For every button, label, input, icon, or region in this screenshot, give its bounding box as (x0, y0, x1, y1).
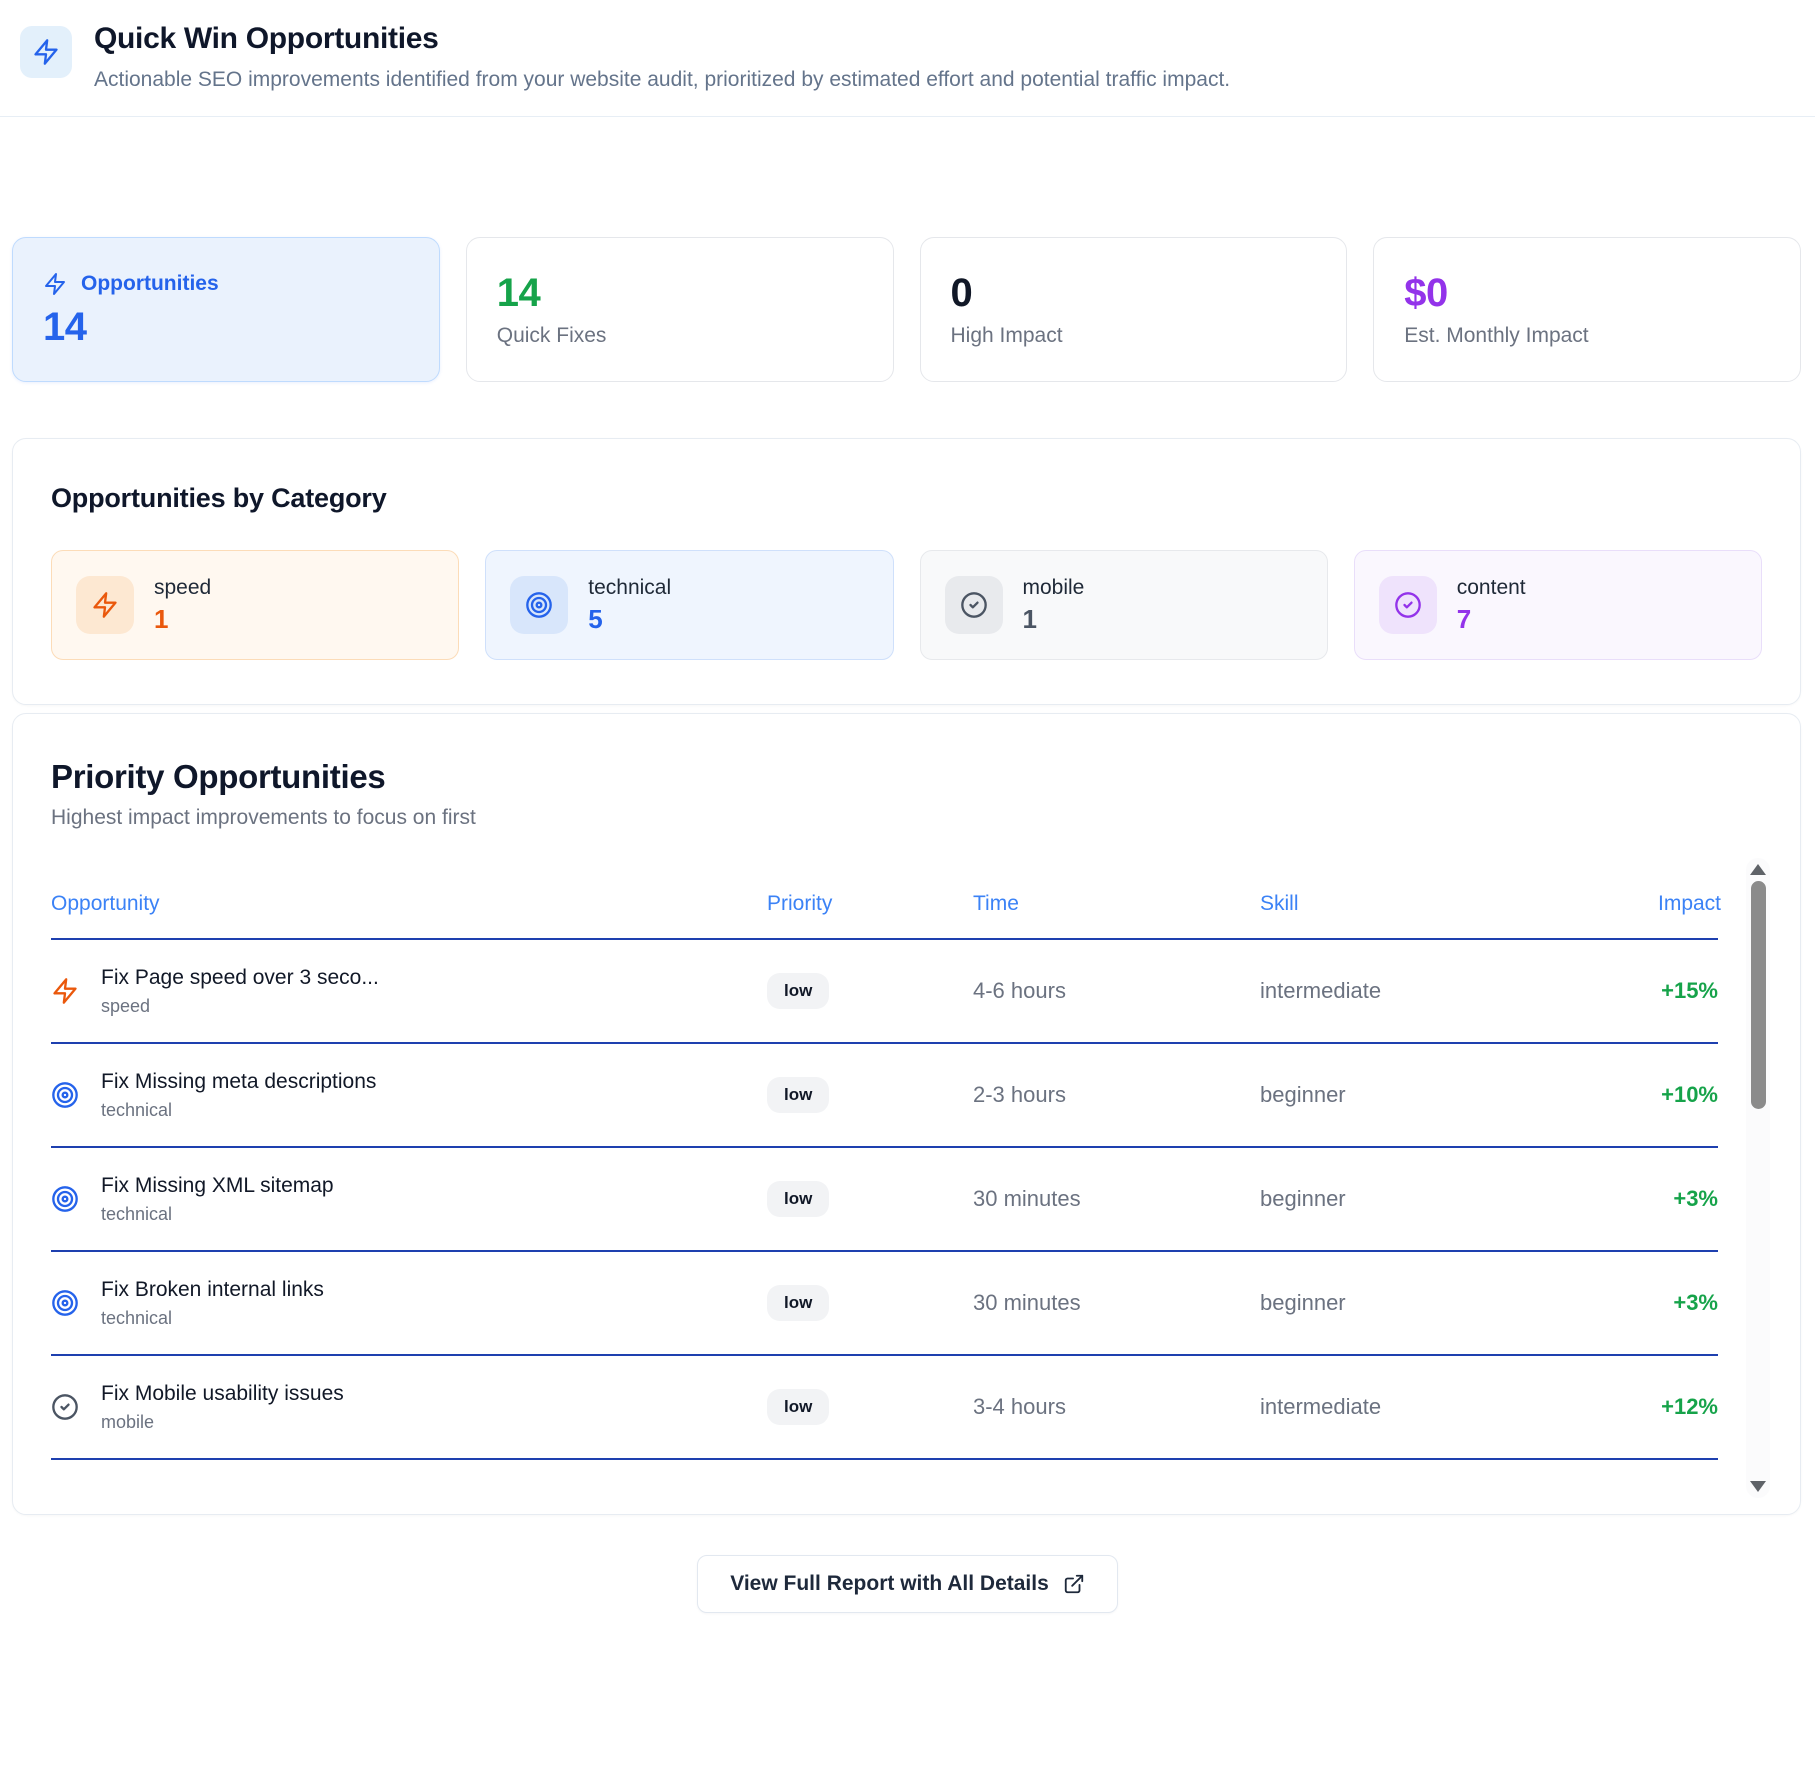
table-row[interactable]: Fix Missing XML sitemap technical low 30… (51, 1148, 1718, 1252)
priority-badge: low (767, 973, 829, 1009)
opportunity-category: technical (101, 1308, 324, 1329)
skill-level: beginner (1260, 1290, 1658, 1316)
stats-row: Opportunities 14 14 Quick Fixes 0 High I… (12, 237, 1801, 382)
category-count: 7 (1457, 604, 1526, 635)
categories-section: Opportunities by Category speed 1 techni… (12, 438, 1801, 705)
stat-card-monthly-impact[interactable]: $0 Est. Monthly Impact (1373, 237, 1801, 382)
table-row[interactable]: Fix Missing meta descriptions technical … (51, 1044, 1718, 1148)
table-scrollbar[interactable] (1746, 858, 1770, 1498)
priority-badge: low (767, 1077, 829, 1113)
priority-subheading: Highest impact improvements to focus on … (51, 806, 1762, 830)
category-card-mobile[interactable]: mobile 1 (920, 550, 1328, 660)
target-icon (510, 576, 568, 634)
page-title: Quick Win Opportunities (94, 22, 1230, 56)
priority-badge: low (767, 1285, 829, 1321)
category-name: speed (154, 576, 211, 600)
time-estimate: 30 minutes (973, 1186, 1260, 1212)
category-count: 5 (588, 604, 671, 635)
category-name: mobile (1023, 576, 1085, 600)
column-header-time[interactable]: Time (973, 892, 1260, 916)
category-name: content (1457, 576, 1526, 600)
opportunity-title: Fix Page speed over 3 seco... (101, 966, 379, 990)
opportunity-category: mobile (101, 1412, 344, 1433)
skill-level: intermediate (1260, 978, 1658, 1004)
zap-icon (20, 26, 72, 78)
column-header-priority[interactable]: Priority (767, 892, 973, 916)
footer: View Full Report with All Details (0, 1555, 1815, 1613)
stat-card-opportunities[interactable]: Opportunities 14 (12, 237, 440, 382)
stat-label: High Impact (951, 324, 1317, 348)
skill-level: intermediate (1260, 1394, 1658, 1420)
scroll-down-icon[interactable] (1750, 1481, 1766, 1492)
external-link-icon (1063, 1573, 1085, 1595)
categories-heading: Opportunities by Category (51, 483, 1762, 514)
view-full-report-button[interactable]: View Full Report with All Details (697, 1555, 1118, 1613)
stat-card-high-impact[interactable]: 0 High Impact (920, 237, 1348, 382)
stat-value: $0 (1404, 272, 1770, 314)
column-header-impact[interactable]: Impact (1658, 892, 1721, 916)
priority-badge: low (767, 1389, 829, 1425)
zap-icon (76, 576, 134, 634)
category-card-content[interactable]: content 7 (1354, 550, 1762, 660)
check-circle-icon (1379, 576, 1437, 634)
category-cards: speed 1 technical 5 mobile 1 (51, 550, 1762, 660)
table-row[interactable]: Fix Page speed over 3 seco... speed low … (51, 940, 1718, 1044)
time-estimate: 3-4 hours (973, 1394, 1260, 1420)
opportunity-title: Fix Missing XML sitemap (101, 1174, 334, 1198)
stat-value: 14 (497, 272, 863, 314)
category-count: 1 (1023, 604, 1085, 635)
category-card-technical[interactable]: technical 5 (485, 550, 893, 660)
table-header-row: Opportunity Priority Time Skill Impact (51, 870, 1718, 940)
stat-card-quick-fixes[interactable]: 14 Quick Fixes (466, 237, 894, 382)
impact-value: +3% (1658, 1290, 1718, 1316)
stat-label: Quick Fixes (497, 324, 863, 348)
priority-table: Opportunity Priority Time Skill Impact F… (51, 870, 1762, 1460)
zap-icon (51, 977, 79, 1005)
zap-icon (43, 272, 67, 296)
scrollbar-thumb[interactable] (1751, 881, 1766, 1109)
stat-label: Est. Monthly Impact (1404, 324, 1770, 348)
priority-section: Priority Opportunities Highest impact im… (12, 713, 1801, 1515)
category-count: 1 (154, 604, 211, 635)
priority-heading: Priority Opportunities (51, 758, 1762, 796)
impact-value: +15% (1658, 978, 1718, 1004)
stat-label: Opportunities (81, 272, 219, 296)
check-circle-icon (51, 1393, 79, 1421)
time-estimate: 2-3 hours (973, 1082, 1260, 1108)
opportunity-category: technical (101, 1204, 334, 1225)
priority-badge: low (767, 1181, 829, 1217)
opportunity-title: Fix Missing meta descriptions (101, 1070, 376, 1094)
table-row[interactable]: Fix Broken internal links technical low … (51, 1252, 1718, 1356)
check-circle-icon (945, 576, 1003, 634)
page-subtitle: Actionable SEO improvements identified f… (94, 68, 1230, 92)
column-header-skill[interactable]: Skill (1260, 892, 1658, 916)
column-header-opportunity[interactable]: Opportunity (51, 892, 767, 916)
opportunity-title: Fix Mobile usability issues (101, 1382, 344, 1406)
opportunity-category: technical (101, 1100, 376, 1121)
view-full-report-label: View Full Report with All Details (730, 1572, 1049, 1596)
page-header: Quick Win Opportunities Actionable SEO i… (0, 0, 1815, 117)
time-estimate: 4-6 hours (973, 978, 1260, 1004)
target-icon (51, 1289, 79, 1317)
opportunity-title: Fix Broken internal links (101, 1278, 324, 1302)
impact-value: +3% (1658, 1186, 1718, 1212)
time-estimate: 30 minutes (973, 1290, 1260, 1316)
skill-level: beginner (1260, 1082, 1658, 1108)
opportunity-category: speed (101, 996, 379, 1017)
stat-value: 14 (43, 306, 409, 348)
category-card-speed[interactable]: speed 1 (51, 550, 459, 660)
skill-level: beginner (1260, 1186, 1658, 1212)
impact-value: +10% (1658, 1082, 1718, 1108)
table-row[interactable]: Fix Mobile usability issues mobile low 3… (51, 1356, 1718, 1460)
target-icon (51, 1081, 79, 1109)
impact-value: +12% (1658, 1394, 1718, 1420)
category-name: technical (588, 576, 671, 600)
scroll-up-icon[interactable] (1750, 864, 1766, 875)
stat-value: 0 (951, 272, 1317, 314)
target-icon (51, 1185, 79, 1213)
